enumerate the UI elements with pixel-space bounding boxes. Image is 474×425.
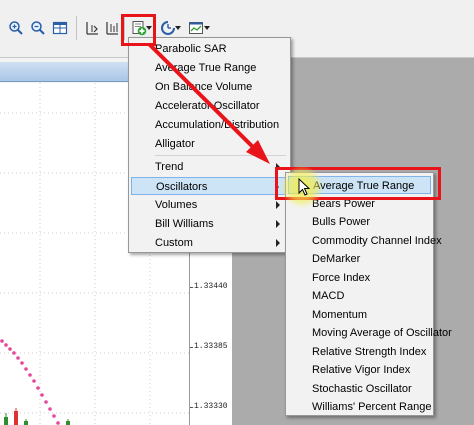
submenu-item-label: Stochastic Oscillator bbox=[312, 382, 412, 395]
price-axis-label: 1.33330 bbox=[194, 402, 228, 411]
parabolic-sar-dots bbox=[0, 339, 60, 425]
submenu-item-label: Momentum bbox=[312, 308, 368, 321]
tile-windows-button[interactable] bbox=[50, 18, 70, 38]
zoom-out-button[interactable] bbox=[28, 18, 48, 38]
chart-shift-button[interactable] bbox=[82, 18, 102, 38]
submenu-item-macd[interactable]: MACD bbox=[288, 287, 431, 305]
menu-item-bill-williams[interactable]: Bill Williams bbox=[131, 215, 288, 233]
menu-item-on-balance-volume[interactable]: On Balance Volume bbox=[131, 78, 288, 96]
submenu-item-moving-average-of-oscillator[interactable]: Moving Average of Oscillator bbox=[288, 324, 452, 342]
price-axis-tick bbox=[190, 287, 193, 288]
submenu-arrow-icon bbox=[276, 220, 280, 228]
menu-item-label: Parabolic SAR bbox=[155, 43, 227, 55]
annotation-box-indicators-button bbox=[121, 14, 156, 46]
submenu-item-demarker[interactable]: DeMarker bbox=[288, 250, 431, 268]
submenu-item-bulls-power[interactable]: Bulls Power bbox=[288, 213, 431, 231]
submenu-item-relative-vigor-index[interactable]: Relative Vigor Index bbox=[288, 361, 431, 379]
templates-dropdown-caret[interactable] bbox=[204, 26, 210, 30]
toolbar-separator bbox=[76, 16, 77, 40]
mouse-cursor-icon bbox=[298, 178, 310, 196]
clock-icon bbox=[161, 21, 175, 35]
menu-item-label: On Balance Volume bbox=[155, 81, 253, 93]
menu-item-oscillators[interactable]: Oscillators bbox=[131, 177, 288, 195]
submenu-item-label: Force Index bbox=[312, 271, 371, 284]
submenu-item-label: Relative Strength Index bbox=[312, 345, 427, 358]
submenu-item-relative-strength-index[interactable]: Relative Strength Index bbox=[288, 343, 431, 361]
menu-item-label: Bill Williams bbox=[155, 218, 214, 230]
auto-scroll-icon bbox=[106, 22, 118, 35]
submenu-item-label: Relative Vigor Index bbox=[312, 364, 411, 376]
menu-item-average-true-range[interactable]: Average True Range bbox=[131, 59, 288, 77]
price-axis-label: 1.33440 bbox=[194, 282, 228, 291]
menu-item-trend[interactable]: Trend bbox=[131, 158, 288, 176]
menu-item-label: Trend bbox=[155, 161, 184, 173]
menu-item-label: Custom bbox=[155, 237, 193, 249]
submenu-item-momentum[interactable]: Momentum bbox=[288, 306, 431, 324]
periodicity-dropdown-caret[interactable] bbox=[175, 26, 181, 30]
template-icon bbox=[189, 22, 203, 34]
menu-item-label: Oscillators bbox=[156, 181, 208, 193]
oscillators-submenu: Average True Range Bears Power Bulls Power… bbox=[285, 172, 452, 416]
submenu-arrow-icon bbox=[276, 201, 280, 209]
price-axis-tick bbox=[190, 407, 193, 408]
menu-item-label: Volumes bbox=[155, 199, 198, 211]
submenu-item-force-index[interactable]: Force Index bbox=[288, 269, 431, 287]
menu-item-accelerator-oscillator[interactable]: Accelerator Oscillator bbox=[131, 97, 288, 115]
zoom-out-icon bbox=[31, 21, 45, 35]
templates-button[interactable] bbox=[186, 18, 206, 38]
submenu-item-label: Commodity Channel Index bbox=[312, 234, 442, 247]
menu-item-label: Average True Range bbox=[155, 62, 257, 74]
menu-item-custom[interactable]: Custom bbox=[131, 234, 288, 252]
submenu-item-label: Moving Average of Oscillator bbox=[312, 327, 452, 339]
submenu-arrow-icon bbox=[276, 239, 280, 247]
submenu-item-label: Williams' Percent Range bbox=[312, 401, 432, 413]
submenu-item-label: DeMarker bbox=[312, 253, 361, 265]
submenu-item-stochastic-oscillator[interactable]: Stochastic Oscillator bbox=[288, 380, 431, 398]
chart-shift-icon bbox=[86, 22, 98, 35]
indicators-menu: Parabolic SAR Average True Range On Balanc… bbox=[128, 37, 291, 253]
menu-item-volumes[interactable]: Volumes bbox=[131, 196, 288, 214]
tile-windows-icon bbox=[52, 21, 68, 35]
menu-item-label: Alligator bbox=[155, 138, 195, 150]
auto-scroll-button[interactable] bbox=[102, 18, 122, 38]
zoom-in-icon bbox=[9, 21, 23, 35]
price-axis-label: 1.33385 bbox=[194, 342, 228, 351]
submenu-item-label: MACD bbox=[312, 290, 345, 302]
submenu-item-commodity-channel-index[interactable]: Commodity Channel Index bbox=[288, 232, 442, 250]
menu-item-label: Accelerator Oscillator bbox=[155, 100, 260, 112]
zoom-in-button[interactable] bbox=[6, 18, 26, 38]
menu-item-accumulation-distribution[interactable]: Accumulation/Distribution bbox=[131, 116, 288, 134]
candles bbox=[4, 408, 70, 425]
menu-item-alligator[interactable]: Alligator bbox=[131, 135, 288, 153]
price-axis-tick bbox=[190, 347, 193, 348]
submenu-item-label: Bulls Power bbox=[312, 216, 371, 228]
submenu-item-williams-percent-range[interactable]: Williams' Percent Range bbox=[288, 398, 431, 416]
menu-item-label: Accumulation/Distribution bbox=[155, 119, 280, 131]
menu-separator bbox=[155, 155, 286, 156]
